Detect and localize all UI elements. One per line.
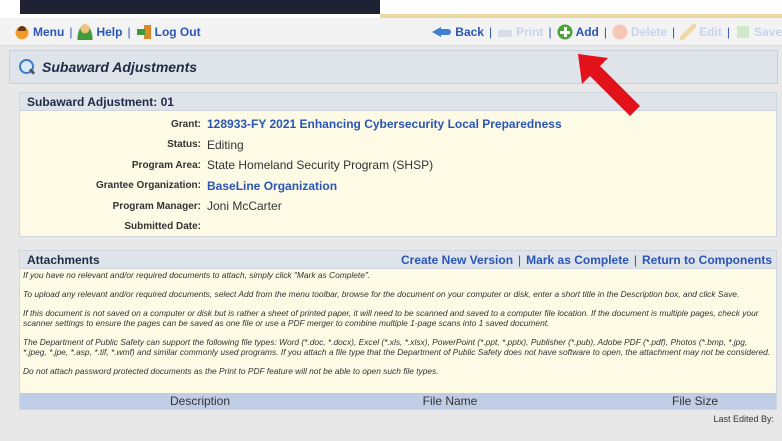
- status-value: Editing: [207, 137, 244, 152]
- instruction-note: To upload any relevant and/or required d…: [23, 289, 740, 299]
- attachments-actions: Create New Version | Mark as Complete | …: [401, 253, 772, 267]
- field-label: Grantee Organization:: [95, 180, 201, 192]
- grantee-organization-link[interactable]: BaseLine Organization: [207, 179, 337, 193]
- save-button[interactable]: Save: [734, 24, 782, 40]
- instruction-note: Do not attach password protected documen…: [23, 366, 439, 376]
- logout-button[interactable]: Log Out: [135, 23, 201, 40]
- banner-dark-band: [20, 0, 380, 14]
- link-separator: |: [633, 252, 637, 267]
- toolbar-separator: |: [488, 25, 493, 39]
- help-button[interactable]: Help: [77, 23, 123, 40]
- logout-label: Log Out: [154, 24, 201, 39]
- field-label: Program Manager:: [112, 200, 201, 212]
- toolbar-left-group: Menu | Help | Log Out: [0, 23, 201, 40]
- edit-label: Edit: [699, 25, 722, 39]
- main-toolbar: Menu | Help | Log Out Back | Print | Add…: [0, 18, 782, 46]
- program-manager-value: Joni McCarter: [207, 199, 282, 214]
- field-grantee-organization: Grantee Organization: BaseLine Organizat…: [20, 176, 776, 197]
- toolbar-separator: |: [603, 25, 608, 39]
- column-file-size[interactable]: File Size: [580, 394, 776, 408]
- attachments-panel: Attachments Create New Version | Mark as…: [19, 250, 777, 410]
- help-icon: [77, 23, 94, 40]
- instruction-note: If you have no relevant and/or required …: [23, 270, 371, 280]
- last-edited-by: Last Edited By:: [713, 414, 774, 424]
- link-separator: |: [518, 252, 522, 267]
- delete-button[interactable]: Delete: [612, 24, 667, 40]
- column-file-name[interactable]: File Name: [320, 394, 580, 408]
- subaward-details-panel: Subaward Adjustment: 01 Grant: 128933-FY…: [19, 92, 777, 237]
- menu-icon: [14, 23, 30, 40]
- field-label: Program Area:: [131, 159, 201, 171]
- toolbar-separator: |: [548, 25, 552, 39]
- return-to-components-link[interactable]: Return to Components: [642, 253, 772, 267]
- toolbar-right-group: Back | Print | Add | Delete | Edit | Sav…: [432, 18, 782, 46]
- details-fields: Grant: 128933-FY 2021 Enhancing Cybersec…: [20, 111, 776, 237]
- attachments-table-header: Description File Name File Size: [20, 393, 776, 409]
- field-label: Grant:: [171, 118, 201, 130]
- instruction-note: If this document is not saved on a compu…: [23, 308, 759, 328]
- save-label: Save: [753, 25, 782, 39]
- back-label: Back: [455, 25, 484, 39]
- magnifier-icon: [18, 58, 36, 76]
- print-button[interactable]: Print: [497, 24, 543, 40]
- field-program-manager: Program Manager: Joni McCarter: [20, 196, 776, 217]
- create-new-version-link[interactable]: Create New Version: [401, 253, 513, 267]
- attachment-instructions: If you have no relevant and/or required …: [20, 269, 776, 376]
- field-submitted-date: Submitted Date:: [20, 217, 776, 238]
- grant-link[interactable]: 128933-FY 2021 Enhancing Cybersecurity L…: [207, 117, 562, 131]
- field-grant: Grant: 128933-FY 2021 Enhancing Cybersec…: [20, 114, 776, 135]
- menu-label: Menu: [33, 24, 65, 39]
- toolbar-separator: |: [127, 24, 131, 39]
- add-icon: [556, 24, 573, 40]
- instruction-note: The Department of Public Safety can supp…: [23, 337, 771, 357]
- back-button[interactable]: Back: [432, 24, 484, 40]
- page-title-bar: Subaward Adjustments: [9, 50, 778, 84]
- attachments-header: Attachments Create New Version | Mark as…: [20, 251, 776, 269]
- logout-icon: [135, 23, 152, 40]
- delete-label: Delete: [631, 25, 668, 39]
- red-annotation-arrow: [578, 54, 640, 116]
- edit-icon: [680, 24, 697, 40]
- field-label: Submitted Date:: [124, 221, 201, 233]
- add-label: Add: [575, 25, 599, 39]
- toolbar-separator: |: [672, 25, 676, 39]
- field-program-area: Program Area: State Homeland Security Pr…: [20, 155, 776, 176]
- edit-button[interactable]: Edit: [680, 24, 722, 40]
- column-description[interactable]: Description: [20, 394, 320, 408]
- field-status: Status: Editing: [20, 135, 776, 156]
- toolbar-separator: |: [69, 24, 73, 39]
- print-label: Print: [516, 25, 544, 39]
- arrow-shape: [578, 54, 640, 116]
- menu-button[interactable]: Menu: [14, 23, 65, 40]
- top-banner-strip: [0, 0, 782, 18]
- delete-icon: [612, 24, 629, 40]
- help-label: Help: [96, 24, 123, 39]
- save-icon: [734, 24, 751, 40]
- toolbar-separator: |: [726, 25, 730, 39]
- mark-as-complete-link[interactable]: Mark as Complete: [526, 253, 629, 267]
- attachments-title: Attachments: [27, 252, 100, 267]
- field-label: Status:: [167, 139, 201, 151]
- details-header: Subaward Adjustment: 01: [20, 93, 776, 111]
- page-title: Subaward Adjustments: [42, 59, 198, 75]
- program-area-value: State Homeland Security Program (SHSP): [207, 158, 434, 173]
- back-icon: [432, 24, 452, 40]
- print-icon: [497, 24, 514, 40]
- add-button[interactable]: Add: [556, 24, 599, 40]
